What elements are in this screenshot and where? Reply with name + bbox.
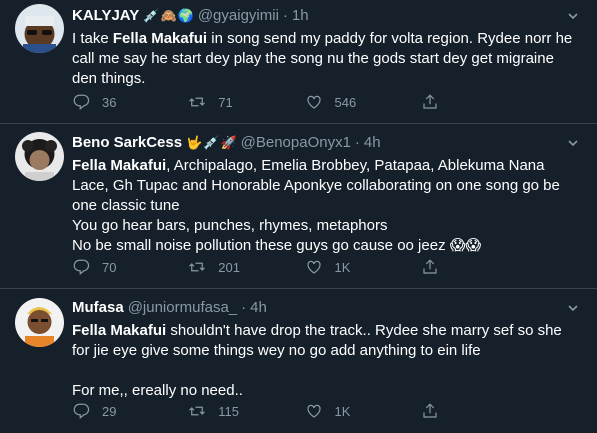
chevron-down-icon[interactable] <box>567 10 579 25</box>
tweet-line: Fella Makafui, Archipalago, Emelia Brobb… <box>72 157 565 214</box>
tweet-header: Beno SarkCess 🤟 💉 🚀 @BenopaOnyx1 · 4h <box>72 133 582 155</box>
handle[interactable]: @gyaigyimii <box>198 6 279 26</box>
retweet-icon <box>189 97 206 107</box>
syringe-emoji: 💉 <box>203 135 220 150</box>
name-emojis: 🤟 💉 🚀 <box>186 133 237 153</box>
share-icon <box>423 403 437 418</box>
tweet-header: KALYJAY 💉 🙈 🌍 @gyaigyimii · 1h <box>72 6 582 28</box>
retweet-button[interactable]: 201 <box>188 258 304 276</box>
heart-icon <box>306 95 321 109</box>
retweet-icon <box>189 406 206 416</box>
heart-icon <box>306 404 321 418</box>
heart-icon <box>306 260 321 274</box>
like-count: 546 <box>334 94 357 110</box>
tweet[interactable]: Mufasa @juniormufasa_ · 4h Fella Makafui… <box>0 289 597 433</box>
tweet-line: Fella Makafui shouldn't have drop the tr… <box>72 322 566 359</box>
chevron-down-icon[interactable] <box>567 137 579 152</box>
chevron-down-icon[interactable] <box>567 302 579 317</box>
timestamp[interactable]: 4h <box>250 298 267 318</box>
like-button[interactable]: 1K <box>305 258 421 276</box>
timeline-feed: KALYJAY 💉 🙈 🌍 @gyaigyimii · 1h I take Fe… <box>0 0 597 433</box>
reply-button[interactable]: 36 <box>72 93 188 111</box>
tweet-actions: 29 115 1K <box>72 402 537 420</box>
reply-icon <box>73 259 90 275</box>
tweet-line: You go hear bars, punches, rhymes, metap… <box>72 217 388 234</box>
reply-count: 29 <box>102 403 117 419</box>
avatar[interactable] <box>15 132 64 181</box>
tweet[interactable]: KALYJAY 💉 🙈 🌍 @gyaigyimii · 1h I take Fe… <box>0 0 597 124</box>
display-name[interactable]: Mufasa <box>72 298 124 318</box>
reply-button[interactable]: 29 <box>72 402 188 420</box>
syringe-emoji: 💉 <box>143 8 160 23</box>
rock-hand-emoji: 🤟 <box>186 135 203 150</box>
reply-icon <box>73 403 90 419</box>
separator: · <box>354 134 360 151</box>
avatar[interactable] <box>15 298 64 347</box>
avatar[interactable] <box>15 4 64 53</box>
name-emojis: 💉 🙈 🌍 <box>143 6 194 26</box>
globe-emoji: 🌍 <box>177 8 194 23</box>
share-button[interactable] <box>421 402 537 420</box>
tweet-line: No be small noise pollution these guys g… <box>72 237 482 254</box>
display-name[interactable]: Beno SarkCess <box>72 133 182 153</box>
bold-name: Fella Makafui <box>112 30 208 47</box>
bold-name: Fella Makafui <box>72 322 167 339</box>
like-button[interactable]: 546 <box>305 93 421 111</box>
tweet-text: Fella Makafui, Archipalago, Emelia Brobb… <box>72 156 582 256</box>
tweet-line: I take Fella Makafui in song send my pad… <box>72 30 577 87</box>
reply-button[interactable]: 70 <box>72 258 188 276</box>
monkey-emoji: 🙈 <box>160 8 177 23</box>
like-count: 1K <box>334 259 351 275</box>
handle[interactable]: @juniormufasa_ <box>128 298 237 318</box>
share-icon <box>423 94 437 109</box>
retweet-icon <box>189 262 206 272</box>
reply-icon <box>73 94 90 110</box>
retweet-count: 201 <box>218 259 240 275</box>
rocket-emoji: 🚀 <box>220 135 237 150</box>
separator: · <box>282 7 288 24</box>
separator: · <box>241 299 247 316</box>
retweet-button[interactable]: 71 <box>188 93 304 111</box>
tweet-line: For me,, ereally no need.. <box>72 382 243 399</box>
tweet-actions: 70 201 1K <box>72 258 537 276</box>
reply-count: 70 <box>102 259 117 275</box>
timestamp[interactable]: 4h <box>364 133 381 153</box>
retweet-count: 115 <box>218 403 239 419</box>
share-icon <box>423 259 437 274</box>
tweet[interactable]: Beno SarkCess 🤟 💉 🚀 @BenopaOnyx1 · 4h Fe… <box>0 124 597 289</box>
tweet-text: I take Fella Makafui in song send my pad… <box>72 29 582 89</box>
bold-name: Fella Makafui <box>72 157 167 174</box>
tweet-text: Fella Makafui shouldn't have drop the tr… <box>72 321 582 401</box>
share-button[interactable] <box>421 93 537 111</box>
like-count: 1K <box>334 403 351 419</box>
handle[interactable]: @BenopaOnyx1 <box>241 133 351 153</box>
retweet-button[interactable]: 115 <box>188 402 304 420</box>
reply-count: 36 <box>102 94 117 110</box>
tweet-header: Mufasa @juniormufasa_ · 4h <box>72 298 582 320</box>
like-button[interactable]: 1K <box>305 402 421 420</box>
timestamp[interactable]: 1h <box>292 6 309 26</box>
display-name[interactable]: KALYJAY <box>72 6 139 26</box>
retweet-count: 71 <box>218 94 233 110</box>
share-button[interactable] <box>421 258 537 276</box>
tweet-actions: 36 71 546 <box>72 93 537 111</box>
